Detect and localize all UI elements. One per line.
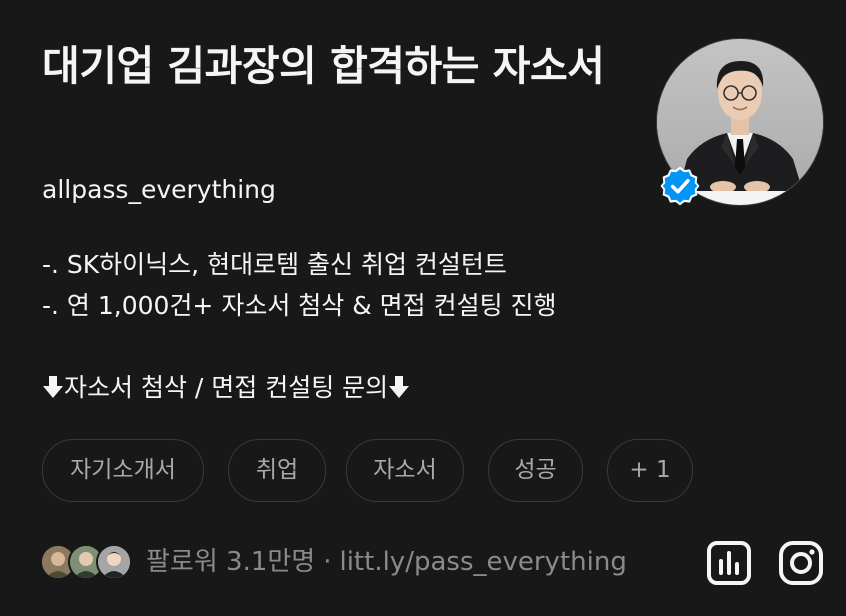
verified-badge-icon — [660, 166, 700, 206]
follower-avatar — [96, 544, 132, 580]
profile-username[interactable]: allpass_everything — [42, 172, 276, 208]
tag-chip[interactable]: 성공 — [488, 439, 583, 502]
instagram-icon[interactable] — [778, 540, 824, 586]
profile-link[interactable]: litt.ly/pass_everything — [339, 547, 626, 577]
profile-bio: -. SK하이닉스, 현대로템 출신 취업 컨설턴트 -. 연 1,000건+ … — [42, 244, 682, 408]
follower-avatars[interactable] — [40, 544, 132, 582]
bio-spacer — [42, 326, 682, 367]
separator-dot: · — [323, 547, 332, 577]
tag-chip[interactable]: 취업 — [228, 439, 326, 502]
bar-chart-icon[interactable] — [706, 540, 752, 586]
down-arrow-icon — [43, 376, 63, 398]
bio-cta-line: 자소서 첨삭 / 면접 컨설팅 문의 — [42, 367, 682, 408]
tag-chip[interactable]: 자기소개서 — [42, 439, 204, 502]
tag-chip[interactable]: 자소서 — [346, 439, 464, 502]
down-arrow-icon — [389, 376, 410, 398]
profile-card: 대기업 김과장의 합격하는 자소서 allpass_everything -. … — [0, 0, 846, 616]
profile-avatar-wrap[interactable] — [656, 38, 824, 206]
tag-more-chip[interactable]: + 1 — [607, 439, 693, 502]
bio-cta-text: 자소서 첨삭 / 면접 컨설팅 문의 — [64, 373, 389, 402]
followers-row: 팔로워 3.1만명 · litt.ly/pass_everything — [40, 540, 680, 586]
profile-title: 대기업 김과장의 합격하는 자소서 — [42, 42, 605, 90]
bio-line-2: -. 연 1,000건+ 자소서 첨삭 & 면접 컨설팅 진행 — [42, 291, 557, 320]
followers-info: 팔로워 3.1만명 · litt.ly/pass_everything — [146, 540, 627, 584]
bio-line-1: -. SK하이닉스, 현대로템 출신 취업 컨설턴트 — [42, 250, 507, 279]
followers-count[interactable]: 팔로워 3.1만명 — [146, 547, 315, 577]
